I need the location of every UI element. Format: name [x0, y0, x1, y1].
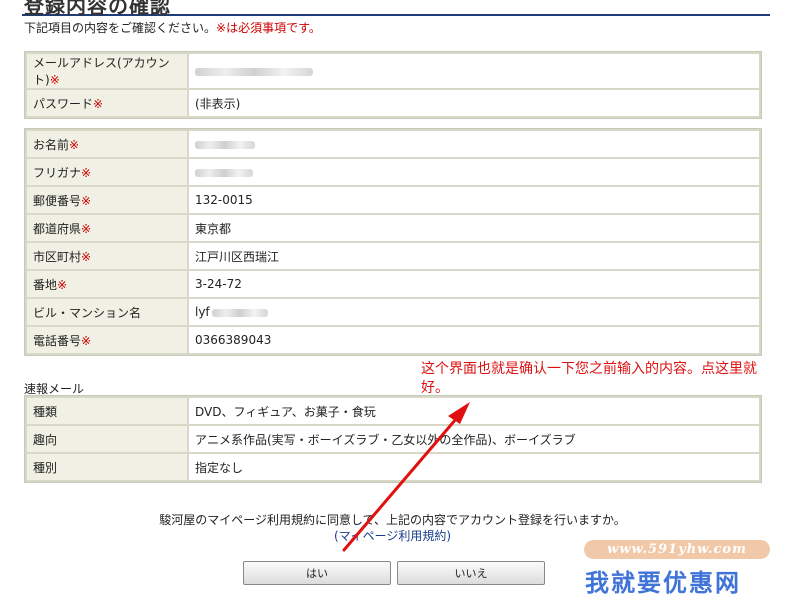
- preference-value: アニメ系作品(実写・ボーイズラブ・乙女以外の全作品)、ボーイズラブ: [189, 426, 759, 452]
- address-value: 3-24-72: [189, 271, 759, 297]
- type-label: 種類: [27, 398, 187, 424]
- required-mark: ※: [93, 96, 104, 111]
- terms-link-text[interactable]: (マイページ利用規約): [334, 529, 451, 543]
- email-value-redacted: [195, 67, 313, 76]
- no-button[interactable]: いいえ: [397, 561, 545, 585]
- required-mark: ※: [81, 193, 92, 208]
- table-row: 電話番号※ 0366389043: [27, 327, 759, 353]
- name-label-cell: お名前※: [27, 131, 187, 157]
- preference-label: 趣向: [27, 426, 187, 452]
- postal-value: 132-0015: [189, 187, 759, 213]
- building-value-redacted: [211, 308, 268, 317]
- building-value: lyf: [195, 305, 210, 319]
- phone-label: 電話番号: [33, 333, 82, 348]
- intro-main: 下記項目の内容をご確認ください。: [24, 21, 217, 35]
- phone-label-cell: 電話番号※: [27, 327, 187, 353]
- required-mark: ※: [81, 333, 92, 348]
- yes-button[interactable]: はい: [243, 561, 391, 585]
- prefecture-label: 都道府県: [33, 221, 82, 236]
- prefecture-label-cell: 都道府県※: [27, 215, 187, 241]
- required-mark: ※: [57, 277, 68, 292]
- name-label: お名前: [33, 137, 70, 152]
- required-mark: ※: [81, 221, 92, 236]
- table-row: 種別 指定なし: [27, 454, 759, 480]
- prefecture-value: 東京都: [189, 215, 759, 241]
- required-mark: ※: [49, 73, 60, 87]
- postal-label: 郵便番号: [33, 193, 82, 208]
- category-value: 指定なし: [189, 454, 759, 480]
- city-label-cell: 市区町村※: [27, 243, 187, 269]
- intro-text: 下記項目の内容をご確認ください。※は必須事項です。: [24, 19, 321, 36]
- account-table: メールアドレス(アカウント)※ パスワード※ (非表示): [24, 51, 762, 119]
- building-value-cell: lyf: [189, 299, 759, 325]
- password-label-cell: パスワード※: [27, 90, 187, 116]
- table-row: 種類 DVD、フィギュア、お菓子・食玩: [27, 398, 759, 424]
- type-value: DVD、フィギュア、お菓子・食玩: [189, 398, 759, 424]
- city-label: 市区町村: [33, 249, 82, 264]
- password-value: (非表示): [189, 90, 759, 116]
- required-mark: ※: [69, 137, 80, 152]
- table-row: 趣向 アニメ系作品(実写・ボーイズラブ・乙女以外の全作品)、ボーイズラブ: [27, 426, 759, 452]
- watermark-url: www.591yhw.com: [584, 540, 770, 559]
- table-row: 番地※ 3-24-72: [27, 271, 759, 297]
- email-value-cell: [189, 54, 759, 88]
- table-row: ビル・マンション名 lyf: [27, 299, 759, 325]
- annotation-text: 这个界面也就是确认一下您之前输入的内容。点这里就好。: [421, 361, 757, 396]
- page-title-bar: 登録内容の確認: [22, 0, 770, 18]
- table-row: パスワード※ (非表示): [27, 90, 759, 116]
- password-label: パスワード: [33, 96, 94, 111]
- table-row: 都道府県※ 東京都: [27, 215, 759, 241]
- newsletter-table: 種類 DVD、フィギュア、お菓子・食玩 趣向 アニメ系作品(実写・ボーイズラブ・…: [24, 395, 762, 483]
- building-label: ビル・マンション名: [27, 299, 187, 325]
- category-label: 種別: [27, 454, 187, 480]
- required-mark: ※: [81, 165, 92, 180]
- watermark-name: 我就要优惠网: [585, 569, 741, 597]
- name-value-redacted: [195, 140, 255, 149]
- kana-label-cell: フリガナ※: [27, 159, 187, 185]
- table-row: お名前※: [27, 131, 759, 157]
- required-mark: ※: [81, 249, 92, 264]
- kana-label: フリガナ: [33, 165, 82, 180]
- kana-value-redacted: [195, 168, 253, 177]
- intro-required-note: ※は必須事項です。: [216, 21, 321, 35]
- table-row: メールアドレス(アカウント)※: [27, 54, 759, 88]
- address-label-cell: 番地※: [27, 271, 187, 297]
- postal-label-cell: 郵便番号※: [27, 187, 187, 213]
- table-row: フリガナ※: [27, 159, 759, 185]
- profile-table: お名前※ フリガナ※ 郵便番号※ 132-0015 都道府県※ 東京都 市区町村…: [24, 128, 762, 356]
- table-row: 市区町村※ 江戸川区西瑞江: [27, 243, 759, 269]
- email-label-cell: メールアドレス(アカウント)※: [27, 54, 187, 88]
- kana-value-cell: [189, 159, 759, 185]
- address-label: 番地: [33, 277, 58, 292]
- table-row: 郵便番号※ 132-0015: [27, 187, 759, 213]
- city-value: 江戸川区西瑞江: [189, 243, 759, 269]
- confirm-text: 駿河屋のマイページ利用規約に同意して、上記の内容でアカウント登録を行いますか。: [159, 513, 626, 527]
- name-value-cell: [189, 131, 759, 157]
- page-title: 登録内容の確認: [24, 0, 171, 18]
- phone-value: 0366389043: [189, 327, 759, 353]
